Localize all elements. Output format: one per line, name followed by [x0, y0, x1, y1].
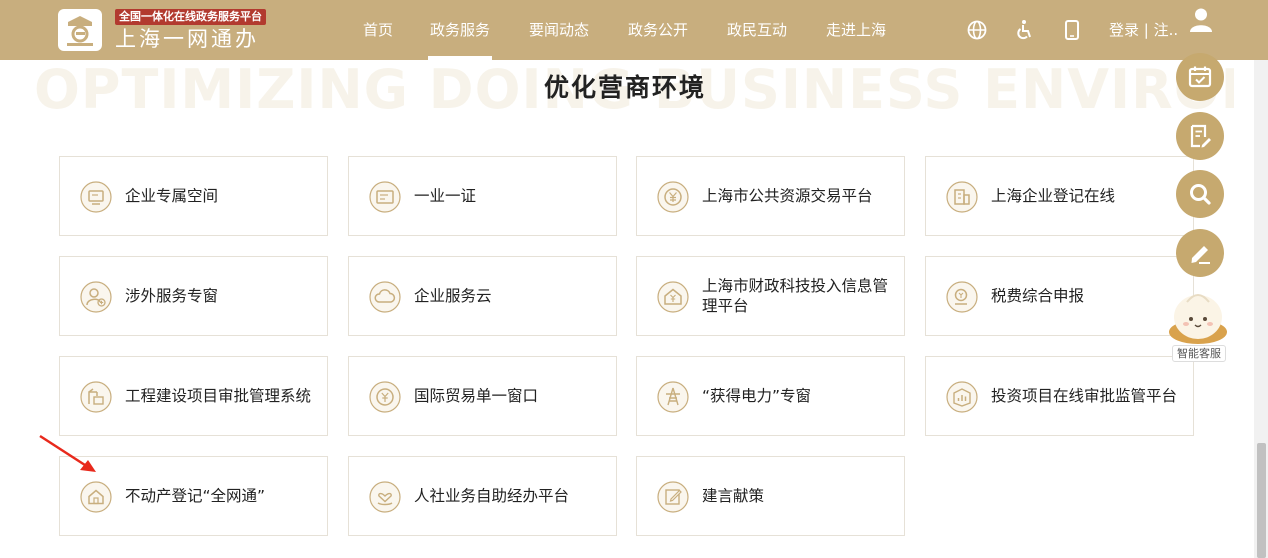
service-card-label: 上海市公共资源交易平台 [702, 187, 873, 205]
service-card[interactable]: 上海市公共资源交易平台 [636, 156, 905, 236]
service-card-label: 税费综合申报 [991, 287, 1085, 305]
mobile-icon[interactable] [1060, 18, 1084, 42]
service-card-label: 建言献策 [702, 487, 765, 505]
scrollbar-thumb[interactable] [1257, 443, 1266, 558]
chart-box-icon [946, 381, 978, 413]
monitor-icon [80, 181, 112, 213]
page: 全国一体化在线政务服务平台 上海一网通办 首页 政务服务 要闻动态 政务公开 政… [0, 0, 1268, 558]
service-card-label: 工程建设项目审批管理系统 [125, 387, 312, 405]
nav-item-gov-open[interactable]: 政务公开 [626, 0, 690, 60]
cloud-icon [369, 281, 401, 313]
service-card[interactable]: 税费综合申报 [925, 256, 1194, 336]
house-finance-icon [657, 281, 689, 313]
feedback-button[interactable] [1176, 229, 1224, 277]
login-register-link[interactable]: 登录 | 注.. [1109, 0, 1178, 60]
service-card-label: 不动产登记“全网通” [125, 487, 266, 505]
service-card[interactable]: 投资项目在线审批监管平台 [925, 356, 1194, 436]
service-card[interactable]: 上海市财政科技投入信息管理平台 [636, 256, 905, 336]
accessibility-icon[interactable] [1013, 18, 1037, 42]
construction-icon [80, 381, 112, 413]
logo-mark-icon [58, 9, 102, 51]
user-plus-icon [80, 281, 112, 313]
form-edit-icon [1190, 124, 1211, 148]
globe-icon[interactable] [965, 18, 989, 42]
service-card-label: 企业专属空间 [125, 187, 219, 205]
calendar-button[interactable] [1176, 53, 1224, 101]
building-icon [946, 181, 978, 213]
annotation-arrow-icon [39, 434, 96, 472]
form-button[interactable] [1176, 112, 1224, 160]
service-card[interactable]: 企业服务云 [348, 256, 617, 336]
globe-yuan-icon [369, 381, 401, 413]
service-card[interactable]: 建言献策 [636, 456, 905, 536]
nav-item-news[interactable]: 要闻动态 [527, 0, 591, 60]
nav-item-home[interactable]: 首页 [361, 0, 395, 60]
service-card-label: 一业一证 [414, 187, 477, 205]
service-card[interactable]: 涉外服务专窗 [59, 256, 328, 336]
nav-item-gov-services[interactable]: 政务服务 [428, 0, 492, 60]
tax-icon [946, 281, 978, 313]
pencil-icon [1191, 246, 1210, 264]
service-card-label: 国际贸易单一窗口 [414, 387, 539, 405]
assistant-label[interactable]: 智能客服 [1172, 345, 1226, 362]
assistant-mascot-icon[interactable] [1167, 284, 1229, 350]
service-card[interactable]: 工程建设项目审批管理系统 [59, 356, 328, 436]
search-button[interactable] [1176, 170, 1224, 218]
logo-title: 上海一网通办 [115, 27, 259, 51]
section-title: 优化营商环境 [543, 73, 706, 102]
nav-item-interaction[interactable]: 政民互动 [725, 0, 789, 60]
home-icon [80, 481, 112, 513]
heart-hand-icon [369, 481, 401, 513]
yuan-coin-icon [657, 181, 689, 213]
service-card-label: 上海市财政科技投入信息管理平台 [702, 277, 889, 315]
service-card-label: 投资项目在线审批监管平台 [991, 387, 1178, 405]
service-card[interactable]: 一业一证 [348, 156, 617, 236]
service-card-label: 涉外服务专窗 [125, 287, 219, 305]
edit-box-icon [657, 481, 689, 513]
service-card[interactable]: 人社业务自助经办平台 [348, 456, 617, 536]
nav-item-about-shanghai[interactable]: 走进上海 [824, 0, 888, 60]
logo-subtitle: 全国一体化在线政务服务平台 [115, 9, 266, 25]
user-icon[interactable] [1187, 6, 1215, 34]
service-card-label: 人社业务自助经办平台 [414, 487, 570, 505]
service-card-label: 上海企业登记在线 [991, 187, 1116, 205]
site-logo[interactable]: 全国一体化在线政务服务平台 上海一网通办 [58, 8, 298, 52]
search-icon [1190, 184, 1211, 205]
calendar-check-icon [1188, 66, 1212, 88]
service-card[interactable]: 上海企业登记在线 [925, 156, 1194, 236]
power-tower-icon [657, 381, 689, 413]
service-card[interactable]: 企业专属空间 [59, 156, 328, 236]
certificate-icon [369, 181, 401, 213]
top-header: 全国一体化在线政务服务平台 上海一网通办 首页 政务服务 要闻动态 政务公开 政… [0, 0, 1268, 60]
service-card-label: “获得电力”专窗 [702, 387, 812, 405]
service-card[interactable]: “获得电力”专窗 [636, 356, 905, 436]
service-card[interactable]: 国际贸易单一窗口 [348, 356, 617, 436]
service-card-label: 企业服务云 [414, 287, 492, 305]
